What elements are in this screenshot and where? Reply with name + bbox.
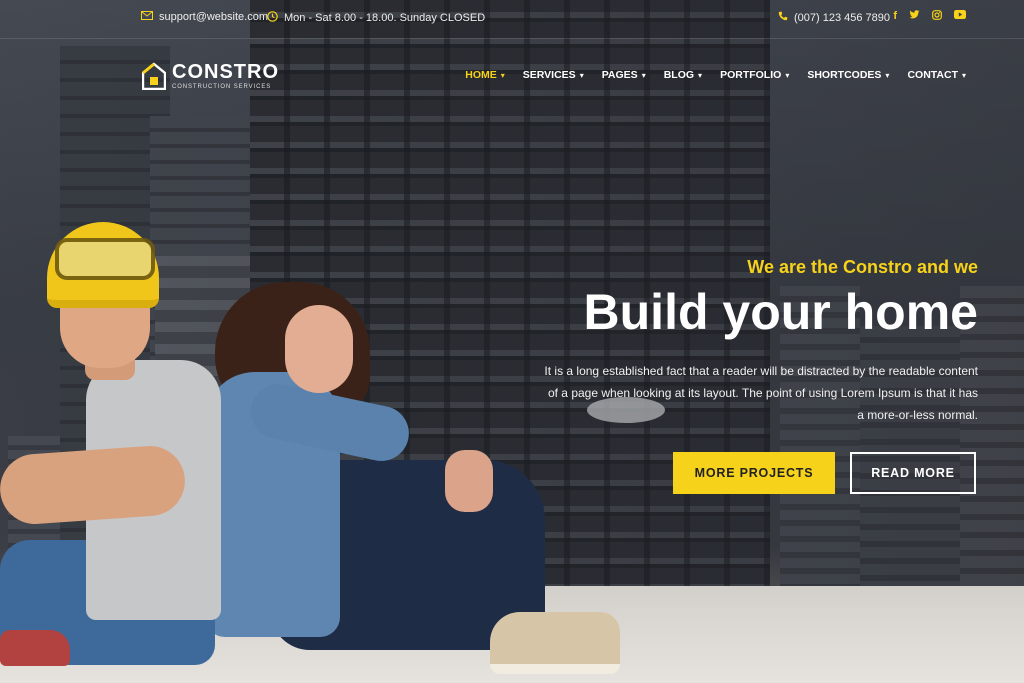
main-navigation: HOME ▾ SERVICES ▾ PAGES ▾ BLOG ▾ PORTFOLIO ▾ … xyxy=(465,69,966,81)
nav-item-portfolio[interactable]: PORTFOLIO ▾ xyxy=(720,69,789,81)
hours-text: Mon - Sat 8.00 - 18.00. Sunday CLOSED xyxy=(284,12,486,24)
nav-item-blog[interactable]: BLOG ▾ xyxy=(664,69,702,81)
more-projects-button[interactable]: MORE PROJECTS xyxy=(673,452,835,494)
woman-shoe xyxy=(490,612,620,674)
phone-text[interactable]: (007) 123 456 7890 xyxy=(794,12,890,24)
email-text[interactable]: support@website.com xyxy=(159,11,268,23)
man-shoe xyxy=(0,630,70,666)
nav-item-shortcodes[interactable]: SHORTCODES ▾ xyxy=(807,69,889,81)
nav-item-pages[interactable]: PAGES ▾ xyxy=(602,69,646,81)
nav-label: CONTACT xyxy=(907,69,958,81)
nav-item-contact[interactable]: CONTACT ▾ xyxy=(907,69,966,81)
logo-tagline: CONSTRUCTION SERVICES xyxy=(172,84,272,90)
clock-icon xyxy=(267,11,278,25)
logo-name: CONSTRO xyxy=(172,61,279,83)
facebook-icon[interactable]: f xyxy=(893,10,897,23)
top-bar: support@website.com Mon - Sat 8.00 - 18.… xyxy=(0,0,1024,39)
chevron-down-icon: ▾ xyxy=(641,70,646,80)
nav-label: SHORTCODES xyxy=(807,69,882,81)
phone-icon xyxy=(778,11,788,24)
twitter-icon[interactable] xyxy=(909,10,920,23)
safety-goggles xyxy=(55,238,155,280)
hero-background xyxy=(0,0,1024,683)
youtube-icon[interactable] xyxy=(954,10,966,23)
chevron-down-icon: ▾ xyxy=(698,70,703,80)
social-links: f xyxy=(893,10,966,23)
opening-hours: Mon - Sat 8.00 - 18.00. Sunday CLOSED xyxy=(267,11,485,25)
chevron-down-icon: ▾ xyxy=(961,70,966,80)
read-more-button[interactable]: READ MORE xyxy=(850,452,976,494)
nav-item-services[interactable]: SERVICES ▾ xyxy=(523,69,584,81)
chevron-down-icon: ▾ xyxy=(579,70,584,80)
woman-hand xyxy=(445,450,493,512)
woman-face xyxy=(285,305,353,393)
chevron-down-icon: ▾ xyxy=(785,70,790,80)
nav-label: BLOG xyxy=(663,69,695,81)
mail-icon xyxy=(141,11,153,23)
instagram-icon[interactable] xyxy=(932,10,942,23)
nav-label: HOME xyxy=(465,69,497,81)
chevron-down-icon: ▾ xyxy=(500,70,505,80)
contact-email[interactable]: support@website.com xyxy=(141,11,268,23)
hero-eyebrow: We are the Constro and we xyxy=(747,257,978,277)
nav-label: PAGES xyxy=(601,69,638,81)
site-logo[interactable]: CONSTRO CONSTRUCTION SERVICES xyxy=(141,61,279,91)
hero-description: It is a long established fact that a rea… xyxy=(544,364,978,422)
house-logo-icon xyxy=(141,62,167,91)
hero-headline: Build your home xyxy=(583,284,978,340)
nav-label: PORTFOLIO xyxy=(720,69,782,81)
nav-item-home[interactable]: HOME ▾ xyxy=(465,69,505,81)
contact-phone[interactable]: (007) 123 456 7890 xyxy=(778,11,890,24)
man-arm xyxy=(0,443,188,527)
chevron-down-icon: ▾ xyxy=(885,70,890,80)
nav-label: SERVICES xyxy=(522,69,576,81)
